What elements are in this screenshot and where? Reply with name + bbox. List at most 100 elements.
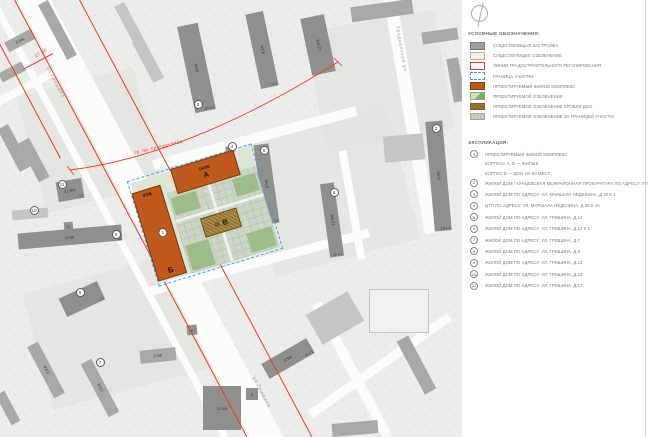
building-label: 12ЭЖ — [329, 214, 336, 226]
map-canvas: 15ЭЖА8ЭЖБ3ЭВ1 5ЭЖ12ЭЖ175ЭЖ13115ЭЖ5ЭЖК9ЭЖ… — [0, 0, 462, 437]
legend-item: ПРОЕКТИРУЕМОЕ ОЗЕЛЕНЕНИЕ КРОВЛИ ДОО — [470, 103, 615, 111]
map-marker: 8 — [76, 288, 85, 297]
building-label: 9ЭЖ — [435, 171, 441, 181]
map-marker: 6 — [330, 188, 339, 197]
building-address: 17 — [79, 194, 84, 199]
explication-line: ЖИЛОЙ ДОМ ПО АДРЕСУ: УЛ. ГРИШИНА, Д.7 — [485, 238, 580, 243]
building-label: 5ЭЖ — [42, 365, 51, 376]
map-marker: 2 — [432, 124, 441, 133]
building — [0, 61, 26, 82]
explication-line: ЖИЛОЙ ДОМ / КУНЦЕВСКАЯ МЕЖРАЙОННАЯ ПРОКУ… — [485, 181, 650, 186]
map-marker: 9 — [112, 230, 121, 239]
building — [383, 133, 425, 162]
legend-item: ПРОЕКТИРУЕМЫЙ ЖИЛОЙ КОМПЛЕКС — [470, 82, 615, 90]
explication-number: 7 — [470, 236, 478, 244]
building-label: 9ЭЖ — [193, 63, 200, 73]
building: 9ЭЖ к.1 — [245, 11, 278, 89]
explication-number: 3 — [470, 190, 478, 198]
building: 12ЭЖ — [300, 14, 336, 76]
north-arrow-circle — [471, 5, 488, 22]
explication-line: ЖИЛОЙ ДОМ ПО АДРЕСУ: УЛ. ГРИШИНА, Д.9 — [485, 249, 580, 254]
explication-line: ЖИЛОЙ ДОМ ПО АДРЕСУ: УЛ. ГРИШИНА, Д.15 — [485, 272, 582, 277]
explication-number: 5 — [470, 213, 478, 221]
explication-lines: ЦТП ПО АДРЕСУ: УЛ. МАРШАЛА НЕДЕЛИНА, Д.3… — [485, 202, 600, 210]
building — [332, 420, 379, 437]
legend-item: ЛИНИИ ГРАДОСТРОИТЕЛЬНОГО РЕГУЛИРОВАНИЯ — [470, 62, 615, 70]
building-label: 5ЭЖ — [96, 383, 105, 394]
explication-number: 11 — [470, 282, 478, 290]
legend-item: ПРОЕКТИРУЕМОЕ ОЗЕЛЕНЕНИЕ — [470, 92, 615, 100]
building — [132, 37, 164, 83]
explication-lines: ЖИЛОЙ ДОМ ПО АДРЕСУ: УЛ. ГРИШИНА, Д.14 — [485, 213, 582, 221]
explication-line: КОРПУС В — ДОО НА 50 МЕСТ — [485, 171, 567, 176]
explication-title: ЭКСПЛИКАЦИЯ: — [468, 140, 508, 145]
building-label: 5ЭЖ — [153, 352, 163, 358]
explication-lines: ЖИЛОЙ ДОМ / КУНЦЕВСКАЯ МЕЖРАЙОННАЯ ПРОКУ… — [485, 179, 650, 187]
site-building-code: В — [221, 216, 229, 226]
legend-item: СУЩЕСТВУЮЩЕЕ ОЗЕЛЕНЕНИЕ — [470, 52, 615, 60]
proj-complex-chip — [470, 82, 485, 90]
north-arrow-icon — [470, 3, 492, 27]
building-label: 9ЭЖ — [283, 353, 294, 362]
explication-line: ЖИЛОЙ ДОМ ПО АДРЕСУ: УЛ. МАРШАЛА НЕДЕЛИН… — [485, 192, 616, 197]
building-label: К — [67, 223, 70, 228]
building-address: 30 к.4 — [204, 105, 215, 111]
site-building-code: А — [202, 169, 210, 179]
proj-green-outside-chip — [470, 113, 485, 121]
building-address: 8 к.1 — [305, 349, 314, 356]
site-building-code: Б — [167, 265, 175, 275]
legend-item-label: ПРОЕКТИРУЕМОЕ ОЗЕЛЕНЕНИЕ — [493, 94, 563, 99]
explication-number: 2 — [470, 179, 478, 187]
legend-item: ГРАНИЦА УЧАСТКА — [470, 72, 615, 80]
explication-number: 10 — [470, 270, 478, 278]
explication-number: 4 — [470, 202, 478, 210]
building-address: 18 к.1 — [440, 226, 450, 231]
explication-line: ЖИЛОЙ ДОМ ПО АДРЕСУ: УЛ. ГРИШИНА, Д.13 — [485, 260, 582, 265]
legend-item-label: СУЩЕСТВУЮЩАЯ ЗАСТРОЙКА — [493, 43, 558, 48]
building-label: 5ЭЖ — [15, 36, 26, 45]
explication-lines: ЖИЛОЙ ДОМ ПО АДРЕСУ: УЛ. ГРИШИНА, Д.9 — [485, 247, 580, 255]
legend-panel: УСЛОВНЫЕ ОБОЗНАЧЕНИЯ: СУЩЕСТВУЮЩАЯ ЗАСТР… — [468, 0, 650, 437]
legend-item-label: ЛИНИИ ГРАДОСТРОИТЕЛЬНОГО РЕГУЛИРОВАНИЯ — [493, 63, 601, 68]
explication-line: ЖИЛОЙ ДОМ ПО АДРЕСУ: УЛ. ГРИШИНА, Д.14 — [485, 215, 582, 220]
explication-list: 1ПРОЕКТИРУЕМЫЙ ЖИЛОЙ КОМПЛЕКСКОРПУСА А, … — [470, 150, 650, 293]
explication-item: 8 ЖИЛОЙ ДОМ ПО АДРЕСУ: УЛ. ГРИШИНА, Д.9 — [470, 247, 650, 255]
map-marker: 3 — [194, 100, 203, 109]
explication-number: 8 — [470, 247, 478, 255]
building-address: к.1 — [272, 82, 278, 87]
existing-bld-chip — [470, 42, 485, 50]
explication-item: 6 ЖИЛОЙ ДОМ ПО АДРЕСУ: УЛ. ГРИШИНА, Д.12 … — [470, 225, 650, 233]
building-label: 12ЭЖ — [314, 39, 321, 52]
legend-item-label: ГРАНИЦА УЧАСТКА — [493, 74, 534, 79]
building — [306, 291, 365, 344]
explication-lines: ЖИЛОЙ ДОМ ПО АДРЕСУ: УЛ. ГРИШИНА, Д.15 — [485, 270, 582, 278]
explication-line: ЖИЛОЙ ДОМ ПО АДРЕСУ: УЛ. ГРИШИНА, Д.17 — [485, 283, 582, 288]
building — [0, 391, 20, 426]
site-building-floors: 8ЭЖ — [142, 191, 152, 198]
building-label: 9ЭЖ — [259, 45, 266, 55]
explication-number: 6 — [470, 225, 478, 233]
building-label: 5ЭЖ — [65, 234, 75, 240]
building — [114, 2, 142, 42]
legend-item: ПРОЕКТИРУЕМОЕ ОЗЕЛЕНЕНИЕ ЗА ГРАНИЦЕЙ УЧА… — [470, 113, 615, 121]
explication-number: 9 — [470, 259, 478, 267]
legend-item-label: СУЩЕСТВУЮЩЕЕ ОЗЕЛЕНЕНИЕ — [493, 53, 562, 58]
building — [369, 289, 429, 333]
site-boundary-chip — [470, 72, 485, 80]
legend-item-label: ПРОЕКТИРУЕМОЕ ОЗЕЛЕНЕНИЕ ЗА ГРАНИЦЕЙ УЧА… — [493, 114, 615, 119]
explication-lines: ЖИЛОЙ ДОМ ПО АДРЕСУ: УЛ. ГРИШИНА, Д.12 К… — [485, 225, 590, 233]
explication-lines: ЖИЛОЙ ДОМ ПО АДРЕСУ: УЛ. МАРШАЛА НЕДЕЛИН… — [485, 190, 616, 198]
explication-item: 2 ЖИЛОЙ ДОМ / КУНЦЕВСКАЯ МЕЖРАЙОННАЯ ПРОК… — [470, 179, 650, 187]
map-marker: 7 — [96, 358, 105, 367]
explication-item: 1ПРОЕКТИРУЕМЫЙ ЖИЛОЙ КОМПЛЕКСКОРПУСА А, … — [470, 150, 650, 176]
legend-item: СУЩЕСТВУЮЩАЯ ЗАСТРОЙКА — [470, 42, 615, 50]
building: К — [63, 221, 73, 231]
explication-item: 3 ЖИЛОЙ ДОМ ПО АДРЕСУ: УЛ. МАРШАЛА НЕДЕЛИ… — [470, 190, 650, 198]
proj-green-chip — [470, 92, 485, 100]
existing-green-chip — [470, 52, 485, 60]
explication-line: ПРОЕКТИРУЕМЫЙ ЖИЛОЙ КОМПЛЕКС — [485, 152, 567, 157]
legend-list: СУЩЕСТВУЮЩАЯ ЗАСТРОЙКА СУЩЕСТВУЮЩЕЕ ОЗЕЛЕ… — [470, 42, 615, 123]
map-marker: 11 — [58, 180, 67, 189]
explication-line: ЦТП ПО АДРЕСУ: УЛ. МАРШАЛА НЕДЕЛИНА, Д.3… — [485, 203, 600, 208]
explication-line: КОРПУСА А, Б — ЖИЛЫЕ — [485, 161, 567, 166]
